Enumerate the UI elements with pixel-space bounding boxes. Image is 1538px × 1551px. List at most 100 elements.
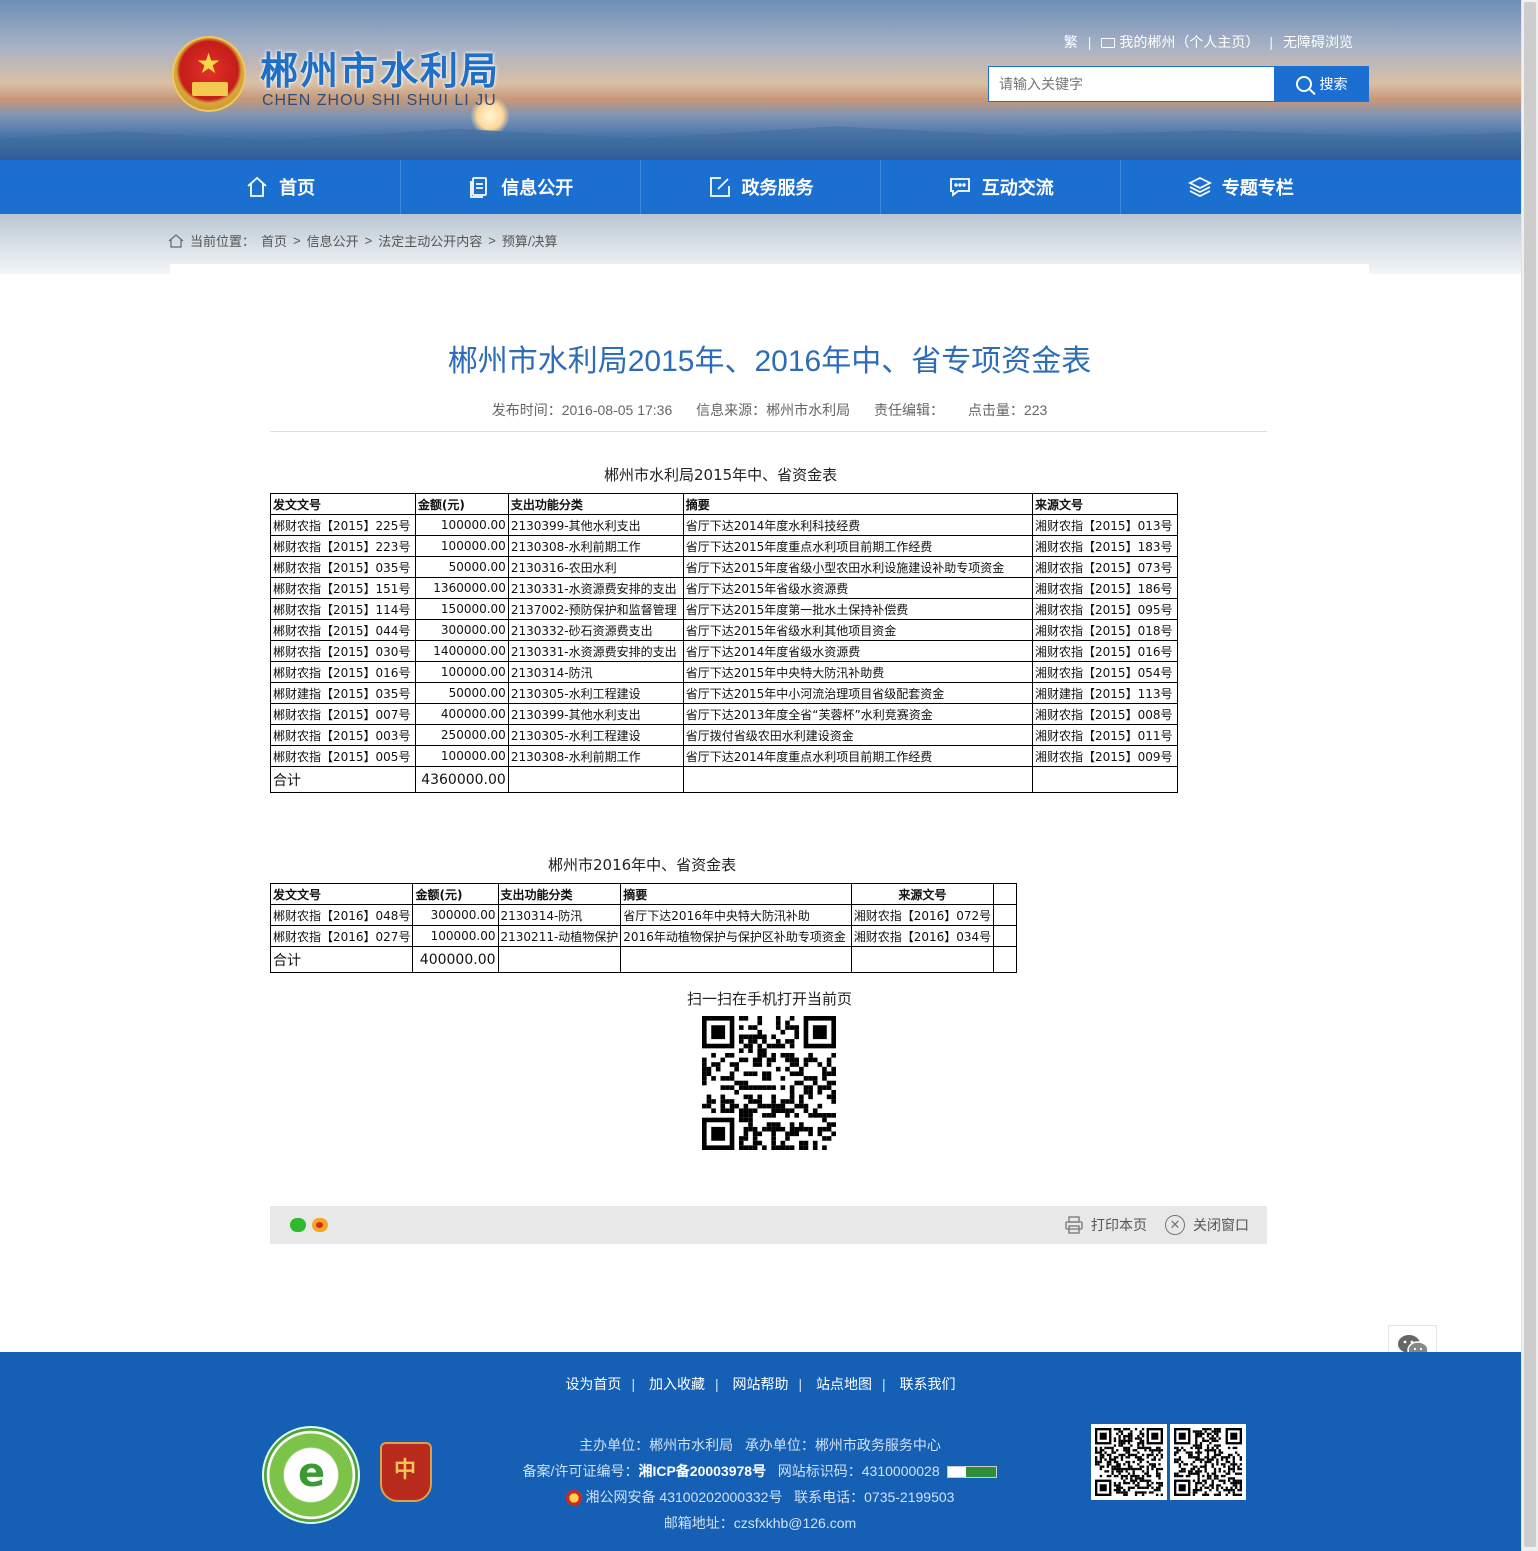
- table-cell: 100000.00: [414, 514, 509, 536]
- breadcrumb-separator: >: [293, 233, 301, 248]
- table-cell: [850, 946, 995, 973]
- cn-domain-badge[interactable]: [947, 1466, 998, 1479]
- search-button[interactable]: 搜索: [1274, 66, 1369, 102]
- table-cell: 400000.00: [414, 703, 509, 725]
- separator: |: [1269, 34, 1273, 50]
- icp-label: 备案/许可证编号：: [522, 1463, 639, 1479]
- table-cell: 省厅下达2015年中小河流治理项目省级配套资金: [682, 682, 1034, 704]
- breadcrumb: 当前位置： 首页 > 信息公开 > 法定主动公开内容 > 预算/决算: [168, 231, 557, 250]
- table-row: 郴财农指【2015】035号 50000.00 2130316-农田水利 省厅下达20…: [270, 556, 1178, 578]
- table-cell: 300000.00: [412, 904, 499, 926]
- table-cell: 2130399-其他水利支出: [507, 703, 684, 725]
- table-cell: 郴财农指【2015】223号: [270, 535, 416, 557]
- table-cell: 省厅下达2016年中央特大防汛补助: [620, 904, 852, 926]
- table-header-cell: 发文文号: [270, 493, 416, 515]
- separator: |: [1087, 34, 1092, 50]
- table-cell: 2130305-水利工程建设: [507, 682, 684, 704]
- table-cell: 100000.00: [414, 661, 509, 683]
- police-record[interactable]: 湘公网安备 43100202000332号: [586, 1489, 783, 1505]
- table-cell: 湘财农指【2015】183号: [1032, 535, 1178, 557]
- breadcrumb-statutory[interactable]: 法定主动公开内容: [378, 231, 482, 250]
- top-links: 繁 | 我的郴州（个人主页） | 无障碍浏览: [1064, 32, 1353, 52]
- sitemap-link[interactable]: 站点地图: [806, 1376, 882, 1392]
- nav-gov-services[interactable]: 政务服务: [641, 160, 882, 214]
- organizer-value: 郴州市政务服务中心: [814, 1437, 941, 1453]
- page-qr-code: [702, 1016, 836, 1150]
- scrollbar-thumb[interactable]: [1524, 2, 1536, 1547]
- table-cell: 2130211-动植物保护: [497, 925, 622, 947]
- qr-caption: 扫一扫在手机打开当前页: [686, 991, 852, 1008]
- table-cell: [993, 925, 1017, 947]
- icp-line: 备案/许可证编号：湘ICP备20003978号 网站标识码：4310000028: [470, 1458, 1050, 1484]
- table-cell: 50000.00: [414, 556, 509, 578]
- table-cell: [497, 946, 622, 973]
- site-help-link[interactable]: 网站帮助: [723, 1376, 799, 1392]
- civilized-website-badge[interactable]: [262, 1426, 360, 1524]
- nav-label: 信息公开: [501, 178, 574, 198]
- table-cell: 省厅下达2015年度第一批水土保持补偿费: [682, 598, 1034, 620]
- add-favorite-link[interactable]: 加入收藏: [639, 1376, 715, 1392]
- table-cell: 1400000.00: [414, 640, 509, 662]
- table-cell: [1032, 766, 1178, 793]
- share-actions: 打印本页 ✕ 关闭窗口: [1065, 1215, 1249, 1235]
- table-cell: 50000.00: [414, 682, 509, 704]
- table-cell: 2130305-水利工程建设: [507, 724, 684, 746]
- close-label: 关闭窗口: [1193, 1217, 1249, 1233]
- set-homepage-link[interactable]: 设为首页: [555, 1376, 631, 1392]
- table-header-cell: 摘要: [620, 883, 852, 905]
- close-window-button[interactable]: ✕ 关闭窗口: [1165, 1215, 1249, 1235]
- breadcrumb-home[interactable]: 首页: [261, 231, 287, 250]
- site-title[interactable]: 郴州市水利局: [260, 40, 500, 95]
- nav-interaction[interactable]: 互动交流: [881, 160, 1122, 214]
- weibo-icon[interactable]: [312, 1218, 328, 1232]
- article-meta: 发布时间：2016-08-05 17:36 信息来源：郴州市水利局 责任编辑： …: [170, 400, 1369, 420]
- breadcrumb-info-public[interactable]: 信息公开: [307, 231, 359, 250]
- my-site-label: 我的郴州（个人主页）: [1119, 34, 1260, 50]
- nav-info-public[interactable]: 信息公开: [401, 160, 641, 214]
- table-total-row: 合计 4360000.00: [270, 766, 1178, 793]
- contact-link[interactable]: 联系我们: [890, 1376, 966, 1392]
- mountain-decoration: [0, 126, 1521, 160]
- table-row: 郴财农指【2015】223号 100000.00 2130308-水利前期工作 省厅下…: [270, 535, 1178, 557]
- party-government-badge[interactable]: [380, 1442, 432, 1502]
- table-cell: 省厅下达2015年省级水资源费: [682, 577, 1034, 599]
- table-header-cell: 发文文号: [269, 883, 414, 905]
- table-cell: 郴财农指【2015】044号: [270, 619, 416, 641]
- article-title: 郴州市水利局2015年、2016年中、省专项资金表: [447, 345, 1092, 378]
- table-2015-caption: 郴州市水利局2015年中、省资金表: [604, 466, 838, 484]
- table-cell: 100000.00: [414, 535, 509, 557]
- table-row: 郴财农指【2015】003号 250000.00 2130305-水利工程建设 省厅拨…: [270, 724, 1178, 746]
- table-cell: [620, 946, 852, 973]
- nav-home[interactable]: 首页: [161, 160, 401, 214]
- breadcrumb-budget[interactable]: 预算/决算: [502, 231, 558, 250]
- table-cell: 郴财农指【2015】007号: [270, 703, 416, 725]
- icp-link[interactable]: 湘ICP备20003978号: [638, 1463, 766, 1479]
- table-cell: 郴财农指【2016】048号: [269, 904, 414, 926]
- table-cell: 郴财农指【2015】016号: [270, 661, 416, 683]
- host-label: 主办单位：: [579, 1437, 650, 1453]
- table-cell: 300000.00: [414, 619, 509, 641]
- vertical-scrollbar[interactable]: [1521, 0, 1538, 1551]
- header-banner: ★ 郴州市水利局 CHEN ZHOU SHI SHUI LI JU 繁 | 我的…: [0, 0, 1521, 160]
- table-cell: 湘财农指【2015】186号: [1032, 577, 1178, 599]
- footer-links: 设为首页 | 加入收藏 | 网站帮助 | 站点地图 | 联系我们: [0, 1374, 1521, 1394]
- accessibility-link[interactable]: 无障碍浏览: [1283, 32, 1353, 52]
- traditional-chinese-link[interactable]: 繁: [1064, 32, 1078, 52]
- search-input[interactable]: [988, 66, 1274, 102]
- table-row: 郴财农指【2015】007号 400000.00 2130399-其他水利支出 省厅下…: [270, 703, 1178, 725]
- print-button[interactable]: 打印本页: [1065, 1215, 1147, 1235]
- wechat-icon[interactable]: [290, 1218, 306, 1232]
- email: 邮箱地址：czsfxkhb@126.com: [663, 1515, 857, 1531]
- search-icon: [1295, 76, 1312, 92]
- separator: |: [882, 1376, 886, 1392]
- my-site-link[interactable]: 我的郴州（个人主页）: [1101, 32, 1259, 52]
- footer: 设为首页| 加入收藏| 网站帮助| 站点地图| 联系我们 主办单位：郴州市水利局…: [0, 1352, 1521, 1551]
- table-header-cell: 支出功能分类: [507, 493, 684, 515]
- table-row: 郴财农指【2015】225号 100000.00 2130399-其他水利支出 省厅下…: [270, 514, 1178, 536]
- nav-special-topics[interactable]: 专题专栏: [1121, 160, 1360, 214]
- table-cell: 2130308-水利前期工作: [507, 745, 684, 767]
- nav-label: 互动交流: [981, 178, 1054, 198]
- nav-label: 首页: [279, 178, 316, 198]
- share-bar: 打印本页 ✕ 关闭窗口: [270, 1206, 1267, 1244]
- share-icons: [290, 1218, 328, 1232]
